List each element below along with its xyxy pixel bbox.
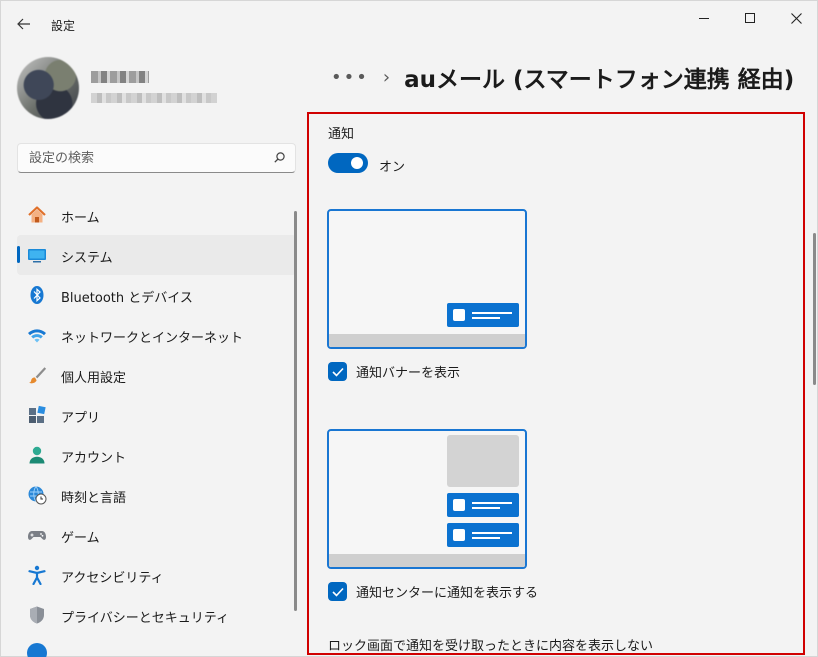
- sidebar-item-accounts[interactable]: アカウント: [17, 435, 296, 475]
- profile-name-redacted: [91, 71, 149, 83]
- chevron-right-icon: ›: [382, 66, 391, 88]
- avatar: [17, 57, 79, 119]
- accessibility-icon: [27, 565, 47, 585]
- sidebar-item-label: プライバシーとセキュリティ: [61, 611, 229, 626]
- sidebar-item-label: ホーム: [61, 211, 100, 226]
- sidebar-item-label: システム: [61, 251, 113, 266]
- sidebar-item-label: アカウント: [61, 451, 127, 466]
- sidebar-item-personalization[interactable]: 個人用設定: [17, 355, 296, 395]
- minimize-button[interactable]: [681, 5, 727, 31]
- home-icon: [27, 205, 47, 225]
- maximize-icon: [745, 13, 755, 23]
- page-title: auメール (スマートフォン連携 経由): [404, 67, 795, 93]
- brush-icon: [27, 365, 47, 385]
- settings-window: 設定 設定の検索 ホーム システム Bluetooth とデバイス ネットワーク…: [0, 0, 818, 657]
- apps-icon: [27, 405, 47, 425]
- highlight-annotation-box: [307, 112, 805, 655]
- app-title: 設定: [51, 19, 76, 33]
- main-scrollbar[interactable]: [813, 233, 816, 385]
- user-profile[interactable]: [17, 57, 227, 119]
- sidebar-item-accessibility[interactable]: アクセシビリティ: [17, 555, 296, 595]
- account-icon: [27, 445, 47, 465]
- sidebar-item-home[interactable]: ホーム: [17, 195, 296, 235]
- sidebar-scrollbar[interactable]: [294, 211, 297, 611]
- breadcrumb: ••• › auメール (スマートフォン連携 経由): [331, 59, 794, 95]
- profile-email-redacted: [91, 93, 217, 103]
- sidebar-item-privacy[interactable]: プライバシーとセキュリティ: [17, 595, 296, 635]
- bluetooth-icon: [27, 285, 47, 305]
- sidebar-item-label: アプリ: [61, 411, 101, 426]
- sidebar-item-bluetooth[interactable]: Bluetooth とデバイス: [17, 275, 296, 315]
- sidebar-item-label: 時刻と言語: [61, 491, 127, 506]
- sidebar-nav: ホーム システム Bluetooth とデバイス ネットワークとインターネット …: [17, 195, 296, 635]
- settings-search[interactable]: [17, 143, 296, 173]
- back-button[interactable]: [9, 11, 39, 37]
- close-icon: [790, 12, 802, 24]
- sidebar-item-gaming[interactable]: ゲーム: [17, 515, 296, 555]
- close-button[interactable]: [773, 5, 818, 31]
- sidebar-item-label: ゲーム: [61, 531, 100, 546]
- sidebar-item-network[interactable]: ネットワークとインターネット: [17, 315, 296, 355]
- search-icon[interactable]: [274, 152, 285, 163]
- sidebar-item-time-language[interactable]: 時刻と言語: [17, 475, 296, 515]
- sidebar-item-label: ネットワークとインターネット: [61, 331, 244, 346]
- sidebar-item-label: アクセシビリティ: [61, 571, 164, 586]
- title-bar: 設定: [1, 1, 817, 45]
- sidebar-item-apps[interactable]: アプリ: [17, 395, 296, 435]
- sidebar-item-system[interactable]: システム: [17, 235, 296, 275]
- back-arrow-icon: [17, 18, 30, 30]
- shield-icon: [27, 605, 47, 625]
- time-language-icon: [27, 485, 47, 505]
- wifi-icon: [27, 325, 47, 345]
- sidebar-item-label: 個人用設定: [61, 371, 127, 386]
- gaming-icon: [27, 525, 47, 545]
- minimize-icon: [699, 17, 709, 19]
- maximize-button[interactable]: [727, 5, 773, 31]
- system-icon: [27, 245, 47, 265]
- sidebar-item-label: Bluetooth とデバイス: [61, 291, 193, 306]
- breadcrumb-more-button[interactable]: •••: [331, 67, 369, 88]
- sidebar-partial-item-icon: [27, 643, 47, 657]
- search-input[interactable]: [18, 144, 264, 172]
